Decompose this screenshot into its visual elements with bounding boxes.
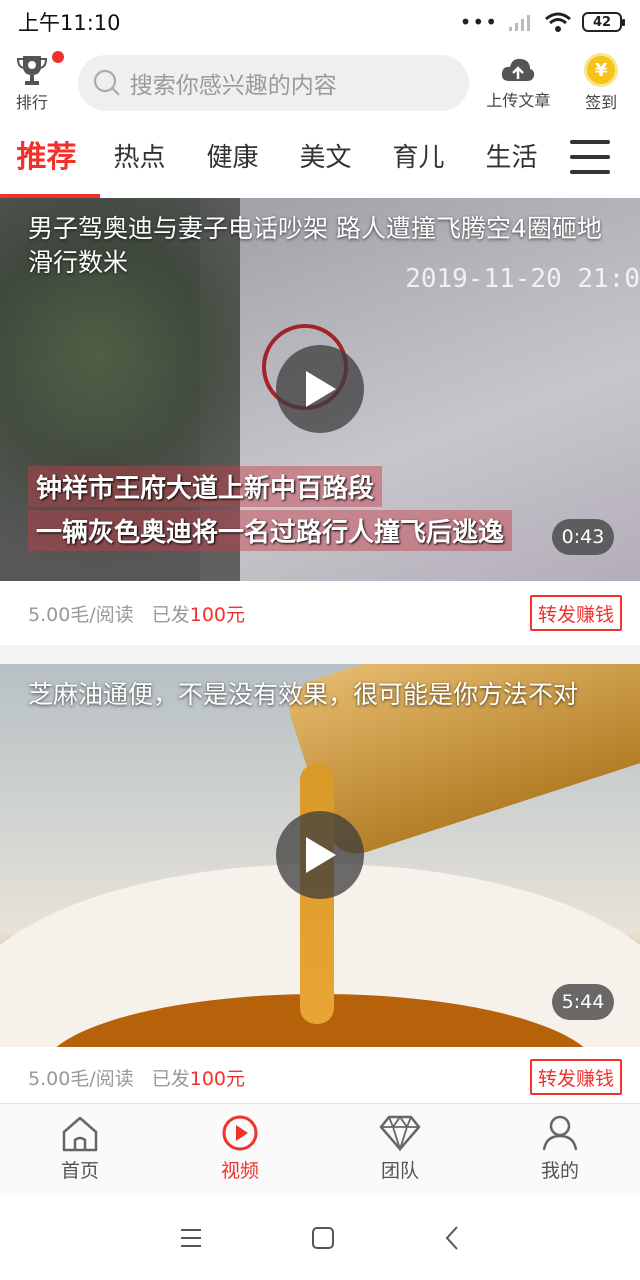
- sent-amount: 100元: [189, 603, 245, 626]
- menu-icon[interactable]: [570, 140, 610, 174]
- tab-parenting[interactable]: 育儿: [372, 122, 465, 198]
- rank-button[interactable]: 排行: [0, 51, 64, 113]
- back-icon[interactable]: [443, 1225, 461, 1251]
- sent-amount: 100元: [189, 1067, 245, 1090]
- tab-health[interactable]: 健康: [186, 122, 279, 198]
- nav-team[interactable]: 团队: [320, 1104, 480, 1195]
- cloud-upload-icon: [502, 58, 535, 81]
- wifi-icon: [545, 12, 571, 32]
- play-icon: [306, 837, 336, 873]
- nav-video[interactable]: 视频: [160, 1104, 320, 1195]
- search-placeholder: 搜索你感兴趣的内容: [129, 73, 337, 99]
- video-title: 男子驾奥迪与妻子电话吵架 路人遭撞飞腾空4圈砸地滑行数米: [28, 214, 602, 277]
- tab-recommend[interactable]: 推荐: [0, 122, 100, 198]
- trophy-icon: [16, 56, 47, 85]
- status-time: 上午11:10: [18, 11, 121, 35]
- nav-home[interactable]: 首页: [0, 1104, 160, 1195]
- tab-hot[interactable]: 热点: [93, 122, 186, 198]
- signin-label: 签到: [585, 93, 618, 112]
- tab-life[interactable]: 生活: [465, 122, 558, 198]
- top-header: 排行 搜索你感兴趣的内容 上传文章 ¥ 签到: [0, 44, 640, 122]
- nav-label: 首页: [60, 1160, 99, 1182]
- video-duration: 0:43: [552, 519, 614, 555]
- read-rate: 5.00毛/阅读: [28, 603, 134, 626]
- play-icon: [306, 371, 336, 407]
- video-card-2[interactable]: 芝麻油通便，不是没有效果，很可能是你方法不对 5:44: [0, 664, 640, 1047]
- home-square-icon[interactable]: [311, 1226, 335, 1250]
- tab-essay[interactable]: 美文: [279, 122, 372, 198]
- user-icon: [542, 1115, 578, 1151]
- video-meta-1: 5.00毛/阅读 已发 100元 转发赚钱: [0, 581, 640, 645]
- signal-icon: [509, 15, 530, 31]
- notification-dot: [52, 51, 64, 63]
- play-button[interactable]: [276, 345, 364, 433]
- rank-label: 排行: [15, 93, 48, 112]
- more-dots-icon: •••: [459, 10, 498, 34]
- nav-label: 我的: [540, 1160, 579, 1182]
- play-button[interactable]: [276, 811, 364, 899]
- diamond-icon: [379, 1115, 421, 1152]
- nav-label: 团队: [380, 1160, 419, 1182]
- system-nav-bar: [0, 1195, 640, 1280]
- category-tabs: 推荐 热点 健康 美文 育儿 生活: [0, 122, 640, 198]
- home-icon: [62, 1116, 98, 1152]
- bottom-nav: 首页 视频 团队 我的: [0, 1103, 640, 1195]
- nav-mine[interactable]: 我的: [480, 1104, 640, 1195]
- video-meta-2: 5.00毛/阅读 已发 100元 转发赚钱: [0, 1047, 640, 1107]
- signin-button[interactable]: ¥ 签到: [562, 53, 640, 113]
- video-play-icon: [222, 1115, 258, 1151]
- search-icon: [93, 69, 120, 96]
- video-card-1[interactable]: 2019-11-20 21:0 钟祥市王府大道上新中百路段 一辆灰色奥迪将一名过…: [0, 198, 640, 581]
- divider: [0, 645, 640, 664]
- video-duration: 5:44: [552, 984, 614, 1020]
- battery-level: 42: [592, 14, 612, 30]
- share-earn-button[interactable]: 转发赚钱: [529, 1059, 622, 1095]
- battery-icon: 42: [582, 12, 625, 32]
- status-icons: ••• 42: [459, 10, 625, 34]
- sent-prefix: 已发: [151, 1067, 190, 1090]
- read-rate: 5.00毛/阅读: [28, 1067, 134, 1090]
- coin-icon: ¥: [584, 53, 619, 87]
- video-caption-line2: 一辆灰色奥迪将一名过路行人撞飞后逃逸: [28, 510, 513, 551]
- video-caption-line1: 钟祥市王府大道上新中百路段: [28, 466, 383, 507]
- search-bar[interactable]: 搜索你感兴趣的内容: [77, 55, 469, 111]
- upload-article-button[interactable]: 上传文章: [475, 55, 563, 111]
- video-title: 芝麻油通便，不是没有效果，很可能是你方法不对: [28, 680, 579, 709]
- status-bar: 上午11:10 ••• 42: [0, 0, 640, 44]
- recent-apps-icon[interactable]: [179, 1227, 203, 1249]
- upload-label: 上传文章: [486, 91, 551, 110]
- share-earn-button[interactable]: 转发赚钱: [529, 595, 622, 631]
- sent-prefix: 已发: [151, 603, 190, 626]
- nav-label: 视频: [220, 1160, 259, 1182]
